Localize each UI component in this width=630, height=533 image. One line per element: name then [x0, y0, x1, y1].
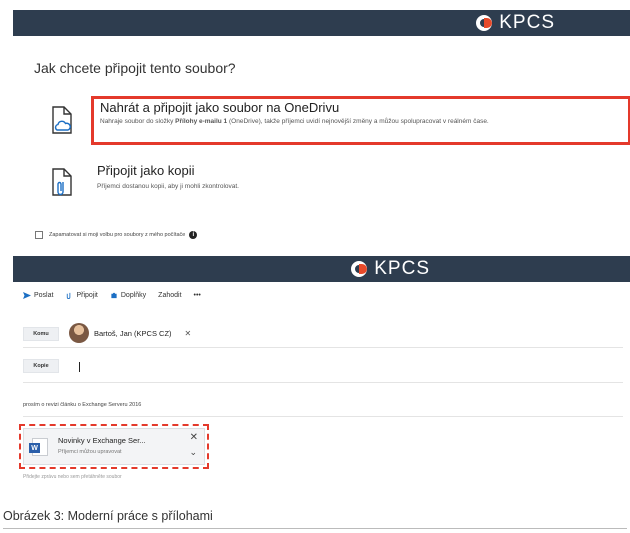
discard-button[interactable]: Zahodit	[158, 292, 181, 299]
addins-label: Doplňky	[120, 292, 147, 299]
attachment-card[interactable]: W Novinky v Exchange Ser... Příjemci můž…	[23, 428, 205, 465]
to-button[interactable]: Komu	[23, 327, 59, 341]
kpcs-logo: KPCS	[476, 12, 555, 34]
divider	[23, 347, 623, 348]
dialog-title: Jak chcete připojit tento soubor?	[34, 60, 236, 76]
recipient-chip[interactable]: Bartoš, Jan (KPCS CZ) ✕	[69, 323, 191, 343]
remove-attachment-icon[interactable]: ✕	[190, 432, 198, 443]
attach-label: Připojit	[76, 292, 98, 299]
copy-option-description: Příjemci dostanou kopii, aby ji mohli zk…	[97, 183, 239, 190]
compose-pane: Poslat Připojit Doplňky Zahodit ••• Komu…	[13, 282, 630, 482]
recipient-name: Bartoš, Jan (KPCS CZ)	[94, 328, 172, 338]
attachment-file-icon[interactable]	[50, 168, 74, 198]
attach-button[interactable]: Připojit	[65, 292, 98, 299]
paperclip-icon	[67, 292, 71, 299]
info-icon[interactable]: i	[189, 231, 198, 239]
attach-dialog: Jak chcete připojit tento soubor? Nahrát…	[13, 36, 630, 256]
chevron-down-icon[interactable]: ⌄	[189, 447, 197, 458]
cc-input-caret[interactable]	[79, 362, 80, 372]
onedrive-desc-post: (OneDrive), takže příjemci uvidí nejnově…	[227, 118, 489, 125]
figure-caption: Obrázek 3: Moderní práce s přílohami	[3, 509, 213, 523]
brand-banner-middle: KPCS	[13, 256, 630, 282]
addins-button[interactable]: Doplňky	[110, 292, 146, 299]
remove-recipient-icon[interactable]: ✕	[185, 329, 192, 338]
kpcs-logo: KPCS	[351, 258, 430, 280]
logo-text: KPCS	[499, 12, 555, 33]
send-icon	[23, 292, 31, 299]
avatar	[69, 323, 89, 343]
compose-toolbar: Poslat Připojit Doplňky Zahodit •••	[23, 292, 201, 299]
kpcs-logo-mark-icon	[351, 259, 371, 279]
remember-choice: Zapamatovat si moji volbu pro soubory z …	[35, 231, 198, 239]
onedrive-desc-folder: Přílohy e-mailu 1	[175, 118, 228, 125]
word-file-icon: W	[29, 438, 48, 456]
more-icon: •••	[193, 292, 201, 299]
attachment-permission: Příjemci můžou upravovat	[58, 449, 122, 455]
cloud-file-icon[interactable]	[50, 106, 74, 136]
remember-checkbox[interactable]	[35, 231, 43, 239]
more-button[interactable]: •••	[194, 292, 201, 299]
puzzle-icon	[111, 292, 117, 299]
body-placeholder[interactable]: Přidejte zprávu nebo sem přetáhněte soub…	[23, 474, 122, 480]
subject-field[interactable]: prosím o revizi článku o Exchange Server…	[23, 402, 141, 408]
send-label: Poslat	[34, 292, 54, 299]
onedrive-option-title[interactable]: Nahrát a připojit jako soubor na OneDriv…	[100, 100, 339, 115]
remember-label: Zapamatovat si moji volbu pro soubory z …	[49, 232, 186, 238]
attachment-name: Novinky v Exchange Ser...	[58, 436, 146, 445]
divider	[23, 382, 623, 383]
copy-option-title[interactable]: Připojit jako kopii	[97, 163, 195, 178]
kpcs-logo-mark-icon	[476, 13, 496, 33]
cc-button[interactable]: Kopie	[23, 359, 59, 373]
caption-rule	[3, 528, 627, 529]
divider	[23, 416, 623, 417]
onedrive-desc-pre: Nahraje soubor do složky	[100, 118, 176, 125]
brand-banner-top: KPCS	[13, 10, 630, 36]
onedrive-option-description: Nahraje soubor do složky Přílohy e-mailu…	[100, 118, 489, 125]
send-button[interactable]: Poslat	[23, 292, 53, 299]
logo-text: KPCS	[374, 258, 430, 279]
discard-label: Zahodit	[158, 292, 182, 299]
